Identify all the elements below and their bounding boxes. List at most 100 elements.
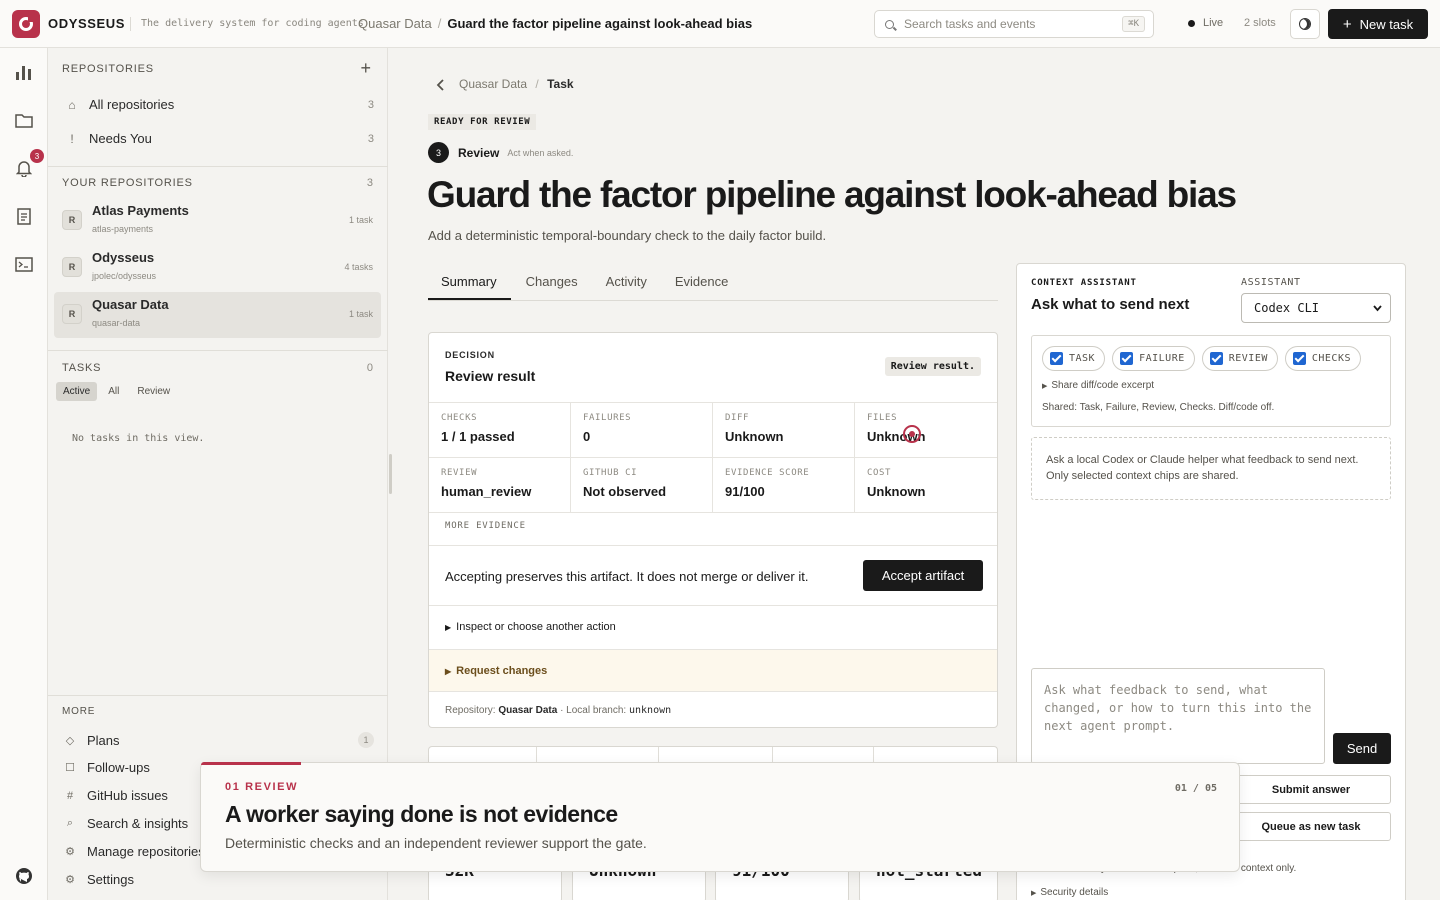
diamond-icon: ◇ (65, 734, 75, 747)
sidebar-item-all-repositories[interactable]: ⌂ All repositories 3 (62, 97, 374, 112)
repo-item-atlas-payments[interactable]: R Atlas Payments atlas-payments 1 task (54, 198, 381, 244)
request-changes-label: Request changes (456, 665, 548, 677)
more-heading: MORE (62, 706, 96, 717)
assistant-title: Ask what to send next (1031, 296, 1190, 313)
search-placeholder: Search tasks and events (904, 17, 1036, 31)
your-repositories-count: 3 (366, 177, 373, 189)
repositories-heading: REPOSITORIES (62, 63, 154, 75)
repo-item-quasar-data[interactable]: R Quasar Data quasar-data 1 task (54, 292, 381, 338)
new-task-button[interactable]: + New task (1328, 9, 1428, 39)
tagline: The delivery system for coding agents (130, 17, 364, 31)
repo-name: Quasar Data (92, 297, 169, 312)
submit-answer-button[interactable]: Submit answer (1231, 775, 1391, 804)
sidebar-item-plans[interactable]: ◇ Plans 1 (62, 732, 374, 748)
sidebar-item-needs-you[interactable]: ! Needs You 3 (62, 131, 374, 146)
folder-icon[interactable] (14, 110, 34, 130)
accept-artifact-button[interactable]: Accept artifact (863, 560, 983, 591)
checkbox-checked-icon[interactable] (1209, 352, 1223, 365)
sidebar-item-label: Manage repositories (87, 844, 205, 859)
tour-subtitle: Deterministic checks and an independent … (225, 835, 647, 851)
tour-title: A worker saying done is not evidence (225, 801, 618, 827)
task-filter-active[interactable]: Active (56, 382, 98, 401)
metric-key: EVIDENCE SCORE (725, 468, 810, 478)
task-filter-all[interactable]: All (101, 382, 126, 401)
metric-value: human_review (441, 484, 532, 499)
github-icon[interactable] (14, 866, 34, 886)
tab-changes[interactable]: Changes (513, 268, 591, 300)
task-filter-review[interactable]: Review (130, 382, 177, 401)
chip-review[interactable]: REVIEW (1201, 346, 1278, 371)
metric-evidence-score: EVIDENCE SCORE 91/100 (713, 458, 855, 513)
tasks-count: 0 (366, 362, 373, 374)
plus-icon: + (1342, 15, 1352, 33)
queue-new-task-button[interactable]: Queue as new task (1231, 812, 1391, 841)
decision-title: Review result (445, 368, 536, 384)
top-crumb-separator: / (437, 16, 442, 31)
sidebar-item-count: 1 (358, 732, 374, 748)
live-dot-icon (1188, 19, 1195, 27)
top-bar: ODYSSEUS The delivery system for coding … (0, 0, 1440, 48)
divider (48, 695, 388, 696)
notification-badge: 3 (30, 149, 44, 163)
chip-task[interactable]: TASK (1042, 346, 1106, 371)
checkbox-checked-icon[interactable] (1292, 352, 1306, 365)
metric-cost: COST Unknown (855, 458, 997, 513)
assistant-select[interactable]: Codex CLI (1241, 293, 1391, 323)
sidebar-item-settings[interactable]: ⚙ Settings (62, 872, 374, 887)
top-breadcrumb: Quasar Data / Guard the factor pipeline ag… (358, 16, 752, 31)
sidebar-item-label: Settings (87, 872, 134, 887)
bell-icon[interactable] (14, 158, 34, 178)
repo-item-odysseus[interactable]: R Odysseus jpolec/odysseus 4 tasks (54, 245, 381, 291)
triangle-right-icon: ▶ (1031, 890, 1037, 897)
workflow-step: 3 Review Act when asked. (428, 142, 573, 163)
search-small-icon: ⌕ (66, 817, 74, 829)
metric-key: COST (867, 468, 892, 478)
footer-repo-label: Repository: (445, 705, 496, 716)
back-icon[interactable] (436, 78, 446, 95)
security-details-toggle[interactable]: ▶ Security details (1031, 887, 1108, 898)
moon-icon (1299, 18, 1311, 30)
gear-icon: ⚙ (65, 846, 75, 858)
onboarding-tour-card[interactable]: 01 REVIEW 01 / 05 A worker saying done i… (200, 762, 1240, 872)
chip-checks[interactable]: CHECKS (1284, 346, 1361, 371)
theme-toggle-button[interactable] (1290, 9, 1320, 39)
repo-avatar: R (62, 210, 82, 230)
terminal-icon[interactable] (14, 254, 34, 274)
context-chips: TASK FAILURE REVIEW CHECKS (1042, 346, 1368, 371)
crumb-repo[interactable]: Quasar Data (459, 77, 527, 91)
metric-value: 0 (583, 429, 591, 444)
chip-failure[interactable]: FAILURE (1112, 346, 1195, 371)
sidebar-item-count: 3 (367, 132, 374, 145)
footer-repo-name: Quasar Data (498, 705, 558, 716)
more-evidence-toggle[interactable]: MORE EVIDENCE (445, 521, 526, 531)
inspect-action-toggle[interactable]: ▶ Inspect or choose another action (445, 621, 616, 633)
metric-value: 91/100 (725, 484, 765, 499)
tab-summary[interactable]: Summary (428, 268, 511, 300)
footer-branch-value: unknown (629, 705, 672, 716)
checkbox-checked-icon[interactable] (1120, 352, 1134, 365)
ask-textarea[interactable]: Ask what feedback to send, what changed,… (1031, 668, 1325, 764)
inspect-label: Inspect or choose another action (456, 621, 616, 633)
send-button[interactable]: Send (1333, 733, 1391, 764)
share-diff-toggle[interactable]: ▶ Share diff/code excerpt (1042, 380, 1154, 391)
security-label: Security details (1040, 887, 1109, 898)
accept-row: Accepting preserves this artifact. It do… (429, 545, 997, 606)
request-changes-row[interactable]: ▶ Request changes (429, 649, 997, 692)
request-changes-toggle[interactable]: ▶ Request changes (445, 665, 547, 677)
repo-task-count: 1 task (348, 309, 373, 319)
app-logo[interactable] (12, 10, 40, 38)
top-crumb-repo[interactable]: Quasar Data (358, 16, 432, 31)
chip-label: TASK (1069, 353, 1096, 364)
tab-activity[interactable]: Activity (593, 268, 660, 300)
document-icon[interactable] (14, 206, 34, 226)
metric-value: Unknown (725, 429, 784, 444)
add-repository-icon[interactable]: + (360, 58, 371, 79)
step-hint: Act when asked. (507, 147, 574, 158)
bar-chart-icon[interactable] (14, 62, 34, 82)
repo-slug: jpolec/odysseus (92, 271, 157, 281)
checkbox-checked-icon[interactable] (1050, 352, 1063, 365)
metric-github-ci: GITHUB CI Not observed (571, 458, 713, 513)
search-input[interactable]: Search tasks and events ⌘K (874, 10, 1154, 38)
tab-evidence[interactable]: Evidence (662, 268, 741, 300)
sidebar-item-label: Follow-ups (87, 760, 150, 775)
